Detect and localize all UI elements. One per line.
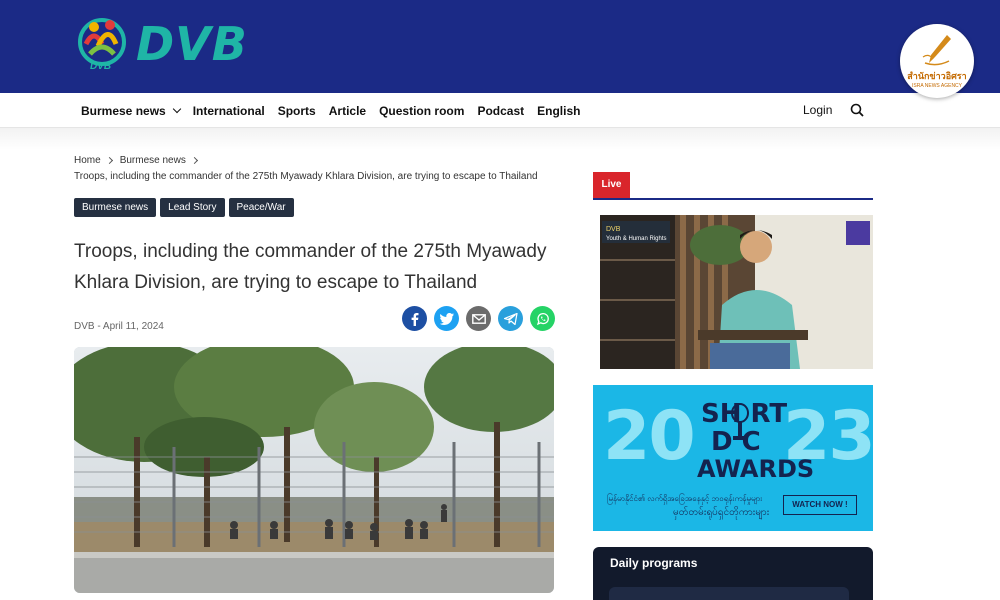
watch-now-button[interactable]: WATCH NOW ! [783, 495, 857, 515]
badge-title: สำนักข่าวอิศรา [907, 71, 967, 81]
daily-program-thumbnail[interactable] [609, 587, 849, 600]
whatsapp-share-button[interactable] [530, 306, 555, 331]
breadcrumb: Home Burmese news [74, 155, 205, 166]
video-overlay-mm: DVB [606, 226, 621, 233]
tag-peace-war[interactable]: Peace/War [228, 198, 294, 217]
telegram-icon [503, 312, 518, 325]
breadcrumb-section[interactable]: Burmese news [120, 155, 186, 166]
header-shadow [0, 128, 1000, 150]
quill-pen-icon [922, 35, 951, 66]
facebook-share-button[interactable] [402, 306, 427, 331]
awards-title: AWARDS [697, 455, 815, 483]
dvb-logo[interactable]: DVB DVB [74, 13, 247, 75]
breadcrumb-home[interactable]: Home [74, 155, 101, 166]
nav-menu: Burmese news International Sports Articl… [81, 93, 580, 128]
facebook-icon [411, 312, 418, 326]
dvb-logo-mark: DVB [74, 14, 130, 74]
logo-subtext: DVB [90, 61, 112, 72]
article-photo [74, 347, 554, 593]
daily-programs-title: Daily programs [610, 556, 698, 570]
short-doc-awards-banner[interactable]: 20 23 SH RT D C AWARDS မြန်မာနိုင်ငံ၏ လက… [593, 385, 873, 531]
login-link[interactable]: Login [803, 103, 832, 117]
chevron-right-icon [105, 156, 113, 165]
isra-news-badge[interactable]: สำนักข่าวอิศรา ISRA NEWS AGENCY [900, 24, 974, 98]
breadcrumb-current: Troops, including the commander of the 2… [74, 171, 538, 182]
search-icon[interactable] [850, 103, 864, 117]
live-tab[interactable]: Live [593, 172, 630, 198]
trophy-icon [731, 403, 749, 440]
nav-item-international[interactable]: International [193, 104, 265, 118]
telegram-share-button[interactable] [498, 306, 523, 331]
whatsapp-icon [536, 312, 549, 325]
article-headline: Troops, including the commander of the 2… [74, 241, 547, 293]
live-section-header: Live [593, 172, 873, 200]
video-overlay-title: Youth & Human Rights [606, 236, 666, 242]
email-share-button[interactable] [466, 306, 491, 331]
nav-item-question-room[interactable]: Question room [379, 104, 464, 118]
email-icon [471, 313, 486, 324]
logo-wordmark: DVB [136, 17, 248, 71]
nav-item-label: Burmese news [81, 103, 166, 118]
nav-item-burmese-news[interactable]: Burmese news [81, 103, 181, 118]
article-meta: DVB - April 11, 2024 [74, 321, 164, 332]
share-buttons [402, 306, 555, 331]
nav-item-english[interactable]: English [537, 104, 580, 118]
badge-subtitle: ISRA NEWS AGENCY [911, 83, 962, 89]
chevron-right-icon [190, 156, 198, 165]
twitter-share-button[interactable] [434, 306, 459, 331]
awards-subtitle-mm-2: မှတ်တမ်းရုပ်ရှင်တိုကားများ [673, 507, 770, 518]
nav-item-sports[interactable]: Sports [278, 104, 316, 118]
tag-lead-story[interactable]: Lead Story [160, 198, 225, 217]
chevron-down-icon [172, 104, 181, 113]
tag-burmese-news[interactable]: Burmese news [74, 198, 157, 217]
nav-item-podcast[interactable]: Podcast [477, 104, 524, 118]
awards-subtitle-mm: မြန်မာနိုင်ငံ၏ လက်ရှိအခြေအနေနှင့် ဘဝရုန်… [607, 494, 763, 503]
daily-programs-panel: Daily programs [593, 547, 873, 600]
article-tags: Burmese news Lead Story Peace/War [74, 198, 294, 217]
live-video-thumbnail[interactable]: DVB Youth & Human Rights [600, 215, 873, 369]
twitter-icon [439, 312, 454, 325]
nav-item-article[interactable]: Article [329, 104, 366, 118]
awards-year-left: 20 [603, 397, 696, 476]
